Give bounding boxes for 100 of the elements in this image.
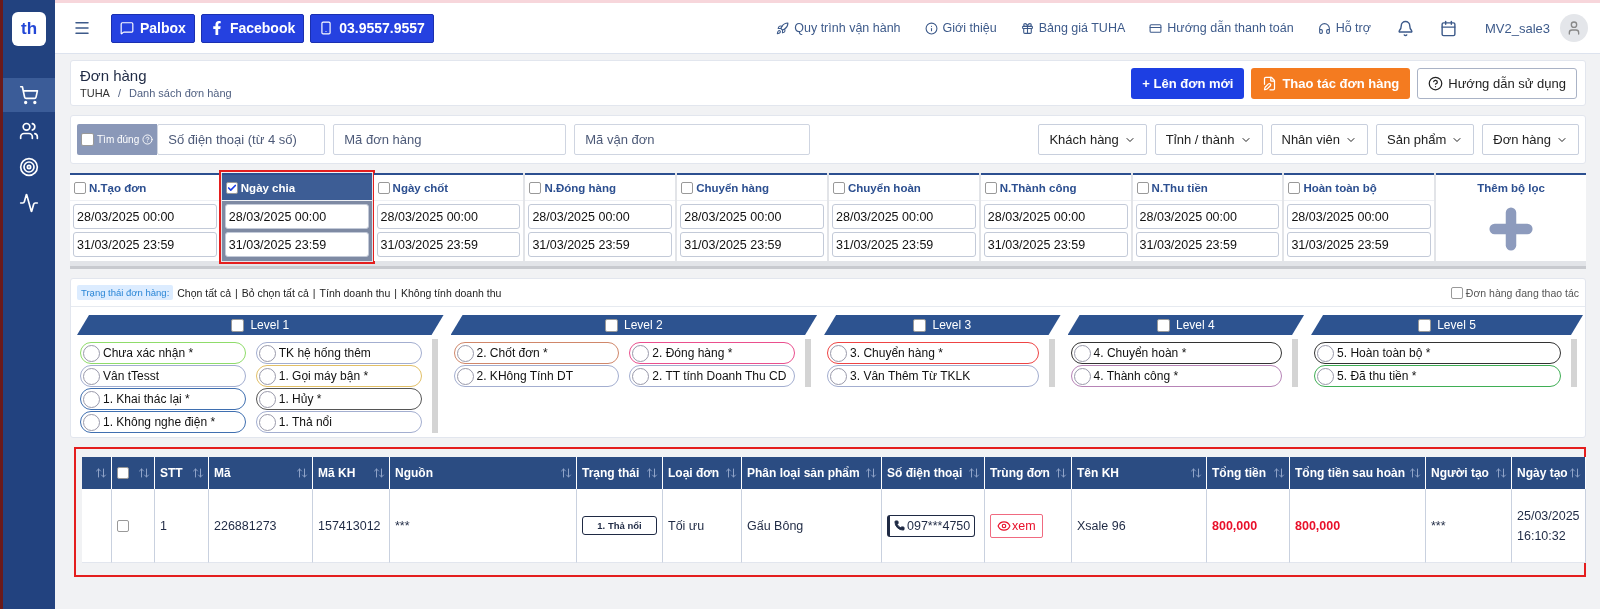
checkbox[interactable] [377, 181, 390, 194]
search-field[interactable]: Mã đơn hàng [333, 124, 567, 155]
level-header[interactable]: Level 5 [1311, 315, 1583, 335]
filter-dropdown[interactable]: Nhân viên [1270, 124, 1369, 155]
checkbox[interactable] [117, 467, 129, 479]
date-from-field[interactable]: 28/03/2025 00:00 [528, 204, 673, 229]
column-header[interactable]: Tổng tiền sau hoàn [1290, 457, 1426, 489]
date-to-field[interactable]: 31/03/2025 23:59 [224, 232, 369, 257]
checkbox[interactable] [913, 318, 927, 332]
checkbox[interactable] [231, 318, 245, 332]
level-header[interactable]: Level 2 [450, 315, 818, 335]
search-field[interactable]: Số điện thoại (từ 4 số) [157, 124, 326, 155]
date-from-field[interactable]: 28/03/2025 00:00 [73, 204, 217, 229]
nav-link[interactable]: Hướng dẫn thanh toán [1149, 21, 1294, 35]
sort-icon[interactable] [646, 467, 658, 479]
column-header[interactable]: Tổng tiền [1207, 457, 1290, 489]
column-header[interactable] [82, 457, 112, 489]
status-link[interactable]: Không tính doanh thu [400, 286, 502, 299]
calendar-icon[interactable] [1439, 19, 1457, 37]
breadcrumb-link[interactable]: TUHA [80, 87, 110, 99]
date-to-field[interactable]: 31/03/2025 23:59 [680, 232, 824, 257]
date-from-field[interactable]: 28/03/2025 00:00 [1135, 204, 1280, 229]
sort-icon[interactable] [373, 467, 385, 479]
filter-dropdown[interactable]: Đơn hàng [1482, 124, 1579, 155]
status-link[interactable]: Bỏ chọn tất cả [241, 286, 309, 299]
quick-link-button[interactable]: Facebook [200, 13, 305, 43]
user-name[interactable]: MV2_sale3 [1484, 20, 1550, 36]
action-button[interactable]: Hướng dẫn sử dụng [1417, 67, 1577, 99]
status-link[interactable]: Tính doanh thu [319, 286, 391, 299]
date-to-field[interactable]: 31/03/2025 23:59 [73, 232, 217, 257]
sort-icon[interactable] [138, 467, 150, 479]
level-header[interactable]: Level 3 [824, 315, 1061, 335]
column-header[interactable]: Loại đơn [663, 457, 742, 489]
date-filter-toggle[interactable]: Ngày chia [221, 175, 372, 201]
date-from-field[interactable]: 28/03/2025 00:00 [1287, 204, 1432, 229]
sort-icon[interactable] [296, 467, 308, 479]
sort-icon[interactable] [192, 467, 204, 479]
bell-icon[interactable] [1396, 19, 1414, 37]
column-header[interactable]: Mã [209, 457, 313, 489]
filter-dropdown[interactable]: Sản phẩm [1376, 124, 1475, 155]
sort-icon[interactable] [1055, 467, 1067, 479]
nav-link[interactable]: Hỗ trợ [1317, 21, 1371, 35]
filter-dropdown[interactable]: Khách hàng [1038, 124, 1147, 155]
column-header[interactable]: Trùng đơn [985, 457, 1072, 489]
in-progress-toggle[interactable]: Đơn hàng đang thao tác [1450, 286, 1579, 299]
breadcrumb-link[interactable]: Danh sách đơn hàng [129, 87, 232, 99]
search-field[interactable]: Mã vận đơn [574, 124, 811, 155]
column-header[interactable] [112, 457, 155, 489]
sort-icon[interactable] [560, 467, 572, 479]
sort-icon[interactable] [865, 467, 877, 479]
checkbox[interactable] [1418, 318, 1432, 332]
level-header[interactable]: Level 4 [1067, 315, 1305, 335]
checkbox[interactable] [833, 181, 845, 194]
logo[interactable]: th [12, 12, 46, 46]
checkbox[interactable] [984, 181, 997, 194]
sort-icon[interactable] [968, 467, 980, 479]
checkbox[interactable] [1136, 181, 1149, 194]
column-header[interactable]: Phân loại sản phẩm [742, 457, 882, 489]
action-button[interactable]: + Lên đơn mới [1131, 67, 1245, 99]
nav-link[interactable]: Quy trình vận hành [776, 21, 901, 35]
checkbox[interactable] [529, 181, 542, 194]
quick-link-button[interactable]: 03.9557.9557 [310, 13, 434, 43]
checkbox[interactable] [117, 519, 129, 532]
sort-icon[interactable] [1568, 467, 1581, 479]
date-from-field[interactable]: 28/03/2025 00:00 [983, 204, 1128, 229]
checkbox[interactable] [1288, 181, 1301, 194]
date-to-field[interactable]: 31/03/2025 23:59 [528, 232, 673, 257]
nav-link[interactable]: Giới thiệu [924, 21, 997, 35]
status-link[interactable]: Chọn tất cả [177, 286, 231, 299]
sort-icon[interactable] [1273, 467, 1285, 479]
sidebar-item[interactable] [3, 78, 55, 112]
sort-icon[interactable] [725, 467, 737, 479]
checkbox[interactable] [81, 133, 94, 146]
column-header[interactable]: Số điện thoại [882, 457, 985, 489]
column-header[interactable]: Ngày tạo [1512, 457, 1586, 489]
column-header[interactable]: Tên KH [1072, 457, 1207, 489]
nav-link[interactable]: Bảng giá TUHA [1020, 21, 1126, 35]
date-to-field[interactable]: 31/03/2025 23:59 [1287, 232, 1432, 257]
date-from-field[interactable]: 28/03/2025 00:00 [224, 204, 369, 229]
column-header[interactable]: Nguồn [390, 457, 577, 489]
date-from-field[interactable]: 28/03/2025 00:00 [376, 204, 521, 229]
filter-dropdown[interactable]: Tỉnh / thành [1154, 124, 1263, 155]
column-header[interactable]: Trạng thái [577, 457, 663, 489]
phone-chip[interactable]: 097***4750 [887, 514, 976, 537]
checkbox[interactable] [604, 318, 618, 332]
sort-icon[interactable] [1409, 467, 1421, 479]
level-header[interactable]: Level 1 [77, 315, 444, 335]
checkbox[interactable] [225, 181, 238, 194]
quick-link-button[interactable]: Palbox [111, 13, 195, 43]
checkbox[interactable] [681, 181, 694, 194]
date-from-field[interactable]: 28/03/2025 00:00 [832, 204, 976, 229]
checkbox[interactable] [1156, 318, 1170, 332]
avatar[interactable] [1560, 14, 1588, 42]
date-to-field[interactable]: 31/03/2025 23:59 [983, 232, 1128, 257]
column-header[interactable]: Người tạo [1426, 457, 1512, 489]
column-header[interactable]: STT [155, 457, 209, 489]
sort-icon[interactable] [1190, 467, 1202, 479]
checkbox[interactable] [1450, 286, 1463, 299]
sort-icon[interactable] [1495, 467, 1507, 479]
view-button[interactable]: xem [990, 513, 1043, 538]
